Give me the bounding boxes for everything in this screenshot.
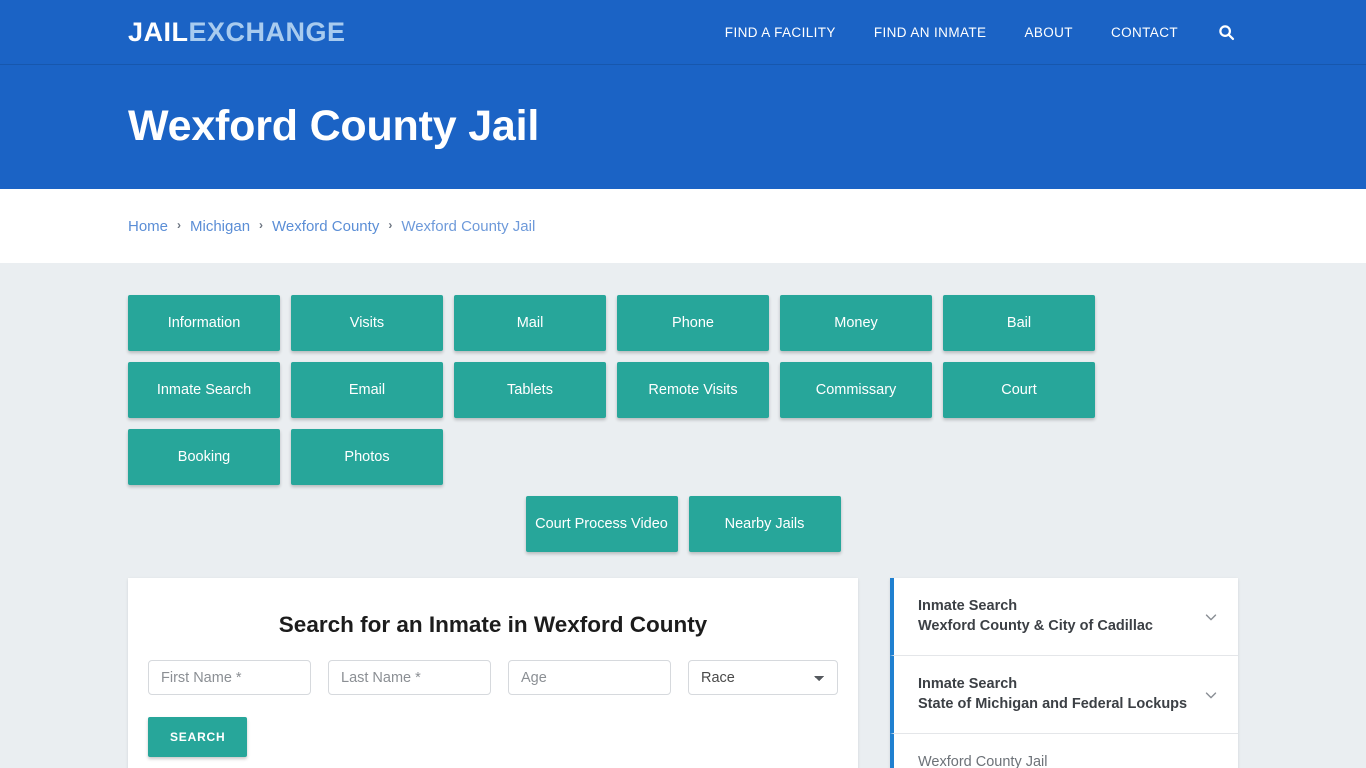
search-submit-button[interactable]: SEARCH [148, 717, 248, 757]
nav-item-about[interactable]: ABOUT [1024, 25, 1073, 40]
accordion-item-line1: Wexford County Jail [918, 754, 1048, 768]
breadcrumb-item-home[interactable]: Home [128, 218, 168, 235]
section-button-tablets[interactable]: Tablets [454, 362, 606, 418]
chevron-down-icon[interactable] [1200, 684, 1222, 706]
accordion-item-line1: Inmate Search [918, 675, 1018, 692]
section-button-inmate-search[interactable]: Inmate Search [128, 362, 280, 418]
age-input[interactable] [508, 660, 671, 695]
section-button-visits[interactable]: Visits [291, 295, 443, 351]
breadcrumb-separator-icon: › [259, 218, 264, 232]
inmate-search-card: Search for an Inmate in Wexford County R… [128, 578, 858, 768]
breadcrumb-separator-icon: › [177, 218, 182, 232]
section-button-remote-visits[interactable]: Remote Visits [617, 362, 769, 418]
section-button-nearby-jails[interactable]: Nearby Jails [688, 496, 841, 552]
nav-item-contact[interactable]: CONTACT [1111, 25, 1178, 40]
breadcrumb-bar: Home › Michigan › Wexford County › Wexfo… [0, 189, 1366, 263]
main-column: Search for an Inmate in Wexford County R… [128, 578, 858, 768]
section-button-photos[interactable]: Photos [291, 429, 443, 485]
section-button-court-process-video[interactable]: Court Process Video [525, 496, 678, 552]
race-select[interactable]: Race [688, 660, 838, 695]
main-nav-links: FIND A FACILITY FIND AN INMATE ABOUT CON… [725, 23, 1236, 43]
accordion-item-text: Wexford County Jail Contact Information [918, 753, 1190, 768]
nav-item-find-a-facility[interactable]: FIND A FACILITY [725, 25, 836, 40]
section-button-commissary[interactable]: Commissary [780, 362, 932, 418]
accordion-item-line1: Inmate Search [918, 597, 1018, 614]
accordion-item-inmate-search-state[interactable]: Inmate Search State of Michigan and Fede… [890, 656, 1238, 734]
section-button-money[interactable]: Money [780, 295, 932, 351]
page-title: Wexford County Jail [128, 102, 540, 151]
breadcrumb-item-michigan[interactable]: Michigan [190, 218, 250, 235]
accordion-item-contact-information[interactable]: Wexford County Jail Contact Information [890, 734, 1238, 768]
logo-text-exchange: EXCHANGE [188, 17, 346, 47]
breadcrumb-item-wexford-county-jail[interactable]: Wexford County Jail [401, 218, 535, 235]
logo-text-jail: JAIL [128, 17, 189, 47]
section-button-court[interactable]: Court [943, 362, 1095, 418]
accordion-item-text: Inmate Search Wexford County & City of C… [918, 597, 1190, 636]
chevron-down-icon[interactable] [1200, 606, 1222, 628]
breadcrumb: Home › Michigan › Wexford County › Wexfo… [128, 218, 535, 235]
accordion-item-text: Inmate Search State of Michigan and Fede… [918, 675, 1190, 714]
inmate-search-heading: Search for an Inmate in Wexford County [278, 612, 708, 637]
nav-item-find-an-inmate[interactable]: FIND AN INMATE [874, 25, 987, 40]
accordion-item-line2: State of Michigan and Federal Lockups [918, 695, 1188, 712]
page-hero: Wexford County Jail [0, 65, 1366, 189]
sidebar-accordion: Inmate Search Wexford County & City of C… [890, 578, 1238, 768]
first-name-input[interactable] [148, 660, 311, 695]
section-button-email[interactable]: Email [291, 362, 443, 418]
accordion-item-inmate-search-county[interactable]: Inmate Search Wexford County & City of C… [890, 578, 1238, 656]
last-name-input[interactable] [328, 660, 491, 695]
main-columns: Search for an Inmate in Wexford County R… [128, 578, 1238, 768]
breadcrumb-separator-icon: › [388, 218, 393, 232]
accordion-item-line2: Wexford County & City of Cadillac [918, 617, 1153, 634]
breadcrumb-item-wexford-county[interactable]: Wexford County [272, 218, 379, 235]
section-button-phone[interactable]: Phone [617, 295, 769, 351]
chevron-down-icon[interactable] [1200, 762, 1222, 768]
section-button-bail[interactable]: Bail [943, 295, 1095, 351]
top-navigation-bar: JAILEXCHANGE FIND A FACILITY FIND AN INM… [0, 0, 1366, 65]
facility-section-buttons-row-3: Court Process Video Nearby Jails [128, 496, 1238, 552]
section-button-booking[interactable]: Booking [128, 429, 280, 485]
page-body: Information Visits Mail Phone Money Bail… [0, 263, 1366, 768]
inmate-search-form: Race [148, 660, 838, 695]
section-button-mail[interactable]: Mail [454, 295, 606, 351]
search-icon[interactable] [1216, 23, 1236, 43]
sidebar-column: Inmate Search Wexford County & City of C… [890, 578, 1238, 768]
section-button-information[interactable]: Information [128, 295, 280, 351]
facility-section-buttons: Information Visits Mail Phone Money Bail… [128, 295, 1238, 485]
site-logo[interactable]: JAILEXCHANGE [128, 19, 346, 46]
content-container: Information Visits Mail Phone Money Bail… [128, 295, 1238, 768]
